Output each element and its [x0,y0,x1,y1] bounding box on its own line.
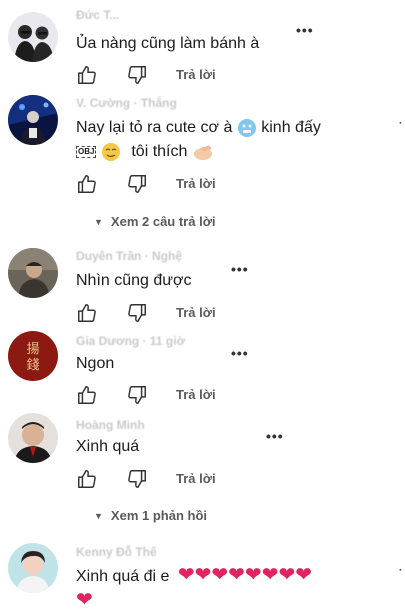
view-replies-label: Xem 2 câu trả lời [110,214,216,229]
more-dots-icon[interactable]: ••• [231,261,249,277]
chevron-down-icon: ▼ [94,511,103,521]
heart-icon: ❤ [278,564,296,586]
thumbs-down-icon[interactable] [126,468,148,490]
comment-text: Nhìn cũng được [76,272,192,289]
thumbs-down-icon[interactable] [126,302,148,324]
thumbs-up-icon[interactable] [76,302,98,324]
comment-text-part: Nay lại tỏ ra cute cơ à [76,119,233,136]
reply-button[interactable]: Trả lời [176,176,216,191]
reply-button[interactable]: Trả lời [176,67,216,82]
thumbs-up-icon[interactable] [76,384,98,406]
commenter-name[interactable]: Gia Dương · 11 giờ [76,334,185,348]
thumbs-down-icon[interactable] [126,64,148,86]
commenter-name[interactable]: Đức T... [76,8,119,22]
cold-face-emoji-icon [237,118,256,137]
thumbs-up-icon[interactable] [76,173,98,195]
more-dots-icon[interactable]: ••• [296,22,314,38]
more-dots-icon[interactable]: · [399,118,403,129]
avatar[interactable] [8,543,58,593]
comment-text: Ủa nàng cũng làm bánh à [76,35,260,52]
chevron-down-icon: ▼ [94,217,103,227]
reply-button[interactable]: Trả lời [176,305,216,320]
more-dots-icon[interactable]: ••• [231,345,249,361]
obj-placeholder-icon: OBJ [76,145,97,158]
commenter-name[interactable]: Duyên Trần · Nghệ [76,249,182,263]
comment-text: Nay lại tỏ ra cute cơ à kinh đấy [76,117,321,139]
pinched-hand-emoji-icon [193,145,212,160]
comment-text-line2: OBJ tôi thích [76,141,214,163]
thumbs-down-icon[interactable] [126,173,148,195]
heart-icon: ❤ [295,564,312,586]
heart-icon: ❤ [177,564,195,586]
avatar[interactable]: 揚 錢 [8,331,58,381]
heart-icon: ❤ [244,564,262,586]
comment-text-part: kinh đấy [261,119,321,136]
heart-icon: ❤ [76,589,93,611]
svg-text:錢: 錢 [26,357,39,373]
thumbs-up-icon[interactable] [76,468,98,490]
commenter-name[interactable]: V. Cường · Thắng [76,96,177,110]
comment-text-line2: ❤ [76,590,93,613]
comment-text: Ngon [76,355,115,372]
more-dots-icon[interactable]: · [399,565,403,576]
comment-text: Xinh quá đi e ❤❤❤❤❤❤❤❤ [76,565,312,588]
avatar[interactable] [8,12,58,62]
heart-icon: ❤ [261,564,279,586]
heart-icon: ❤ [228,564,245,586]
comment-text-part: Xinh quá đi e [76,568,170,585]
reply-button[interactable]: Trả lời [176,387,216,402]
comment-text-part: tôi thích [131,143,188,160]
reply-button[interactable]: Trả lời [176,471,216,486]
relieved-face-emoji-icon [101,142,120,161]
heart-icon: ❤ [194,564,212,586]
thumbs-down-icon[interactable] [126,384,148,406]
comment-text: Xinh quá [76,438,140,455]
avatar[interactable] [8,413,58,463]
view-replies-button[interactable]: ▼ Xem 2 câu trả lời [94,214,216,229]
commenter-name[interactable]: Hoàng Minh [76,418,145,432]
avatar[interactable] [8,248,58,298]
heart-icon: ❤ [211,564,229,586]
commenter-name[interactable]: Kenny Đỗ Thế [76,545,157,559]
thumbs-up-icon[interactable] [76,64,98,86]
heart-emoji-row: ❤❤❤❤❤❤❤❤ [178,565,312,585]
view-replies-label: Xem 1 phản hồi [110,508,207,523]
view-replies-button[interactable]: ▼ Xem 1 phản hồi [94,508,207,523]
svg-text:揚: 揚 [26,341,39,357]
avatar[interactable] [8,95,58,145]
more-dots-icon[interactable]: ••• [266,428,284,444]
